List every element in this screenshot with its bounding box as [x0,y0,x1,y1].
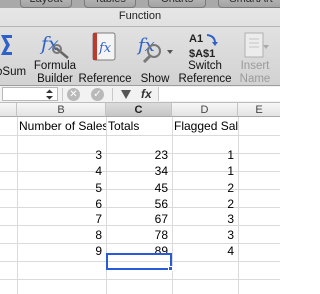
formula-builder-label-line2: Builder [37,73,73,85]
function-dropdown-icon[interactable] [121,90,131,99]
column-header-c[interactable]: C [106,103,172,117]
autosum-button[interactable]: oSum [0,28,30,86]
tab-tables[interactable]: Tables [84,0,136,8]
show-magnifier-icon: fx [136,35,173,63]
function-group-label: Function [118,10,162,22]
column-header-e[interactable]: E [238,103,280,117]
cell-flagged-sales[interactable]: 4 [172,242,238,260]
name-box[interactable] [2,87,58,101]
cell-header-totals[interactable]: Totals [106,117,172,135]
column-header-d[interactable]: D [172,103,238,117]
svg-text:$A$1: $A$1 [189,48,215,60]
column-header-a-partial[interactable] [0,103,17,117]
gridline-v [238,117,239,294]
ribbon-divider [0,26,280,27]
insert-name-label-line2: Name [239,73,271,85]
switch-reference-icon: A1 $A$1 [189,33,218,60]
formula-builder-icon: fx [39,33,69,59]
tab-charts[interactable]: Charts [148,0,206,8]
show-label: Show [140,73,170,85]
cell-totals[interactable]: 34 [106,162,172,180]
svg-text:A1: A1 [189,33,203,45]
gridline-h [0,279,280,280]
cell-header-flagged-sales[interactable]: Flagged Sales [172,117,238,135]
insert-name-button[interactable]: Insert Name [236,28,274,86]
cell-number-of-sales[interactable]: 4 [17,162,106,180]
cancel-formula-icon[interactable]: ✕ [67,88,80,101]
enter-formula-icon[interactable]: ✓ [91,88,104,101]
reference-book-icon: fx [92,32,116,61]
ribbon: Function oSum fx Formula Builder fx Refe… [0,8,280,86]
tab-smartart[interactable]: SmartArt [218,0,280,8]
gridline-h [0,135,280,136]
switch-reference-button[interactable]: A1 $A$1 Switch Reference [177,28,233,86]
tab-layout[interactable]: Layout [20,0,72,8]
reference-label: Reference [78,73,132,85]
fx-label: fx [141,87,152,101]
spreadsheet-grid[interactable]: B C D E Number of Sales Totals Flagged S… [0,103,280,294]
switch-reference-label-line2: Reference [178,73,232,85]
active-cell-selection[interactable] [106,253,172,270]
ribbon-tab-strip: Layout Tables Charts SmartArt [0,0,280,8]
show-button[interactable]: fx Show [134,28,176,86]
insert-name-label-line1: Insert [240,60,270,72]
svg-text:fx: fx [98,41,112,56]
formula-builder-label-line1: Formula [33,60,77,72]
fill-handle[interactable] [168,266,173,271]
cell-header-number-of-sales[interactable]: Number of Sales [17,117,106,135]
formula-bar-divider-2 [112,88,113,101]
switch-reference-label-line1: Switch [188,60,222,72]
formula-bar: ✕ ✓ fx [0,86,280,103]
column-header-b[interactable]: B [17,103,106,117]
sigma-icon [1,35,12,55]
formula-bar-divider [62,88,63,101]
cell-number-of-sales[interactable]: 9 [17,242,106,260]
autosum-label: oSum [0,66,27,78]
cell-flagged-sales[interactable]: 1 [172,162,238,180]
svg-text:fx: fx [39,33,59,55]
reference-button[interactable]: fx Reference [78,28,132,86]
stepper-arrows-icon [46,89,53,100]
formula-builder-button[interactable]: fx Formula Builder [33,28,77,86]
formula-input[interactable] [158,87,280,101]
insert-name-icon [244,32,269,58]
